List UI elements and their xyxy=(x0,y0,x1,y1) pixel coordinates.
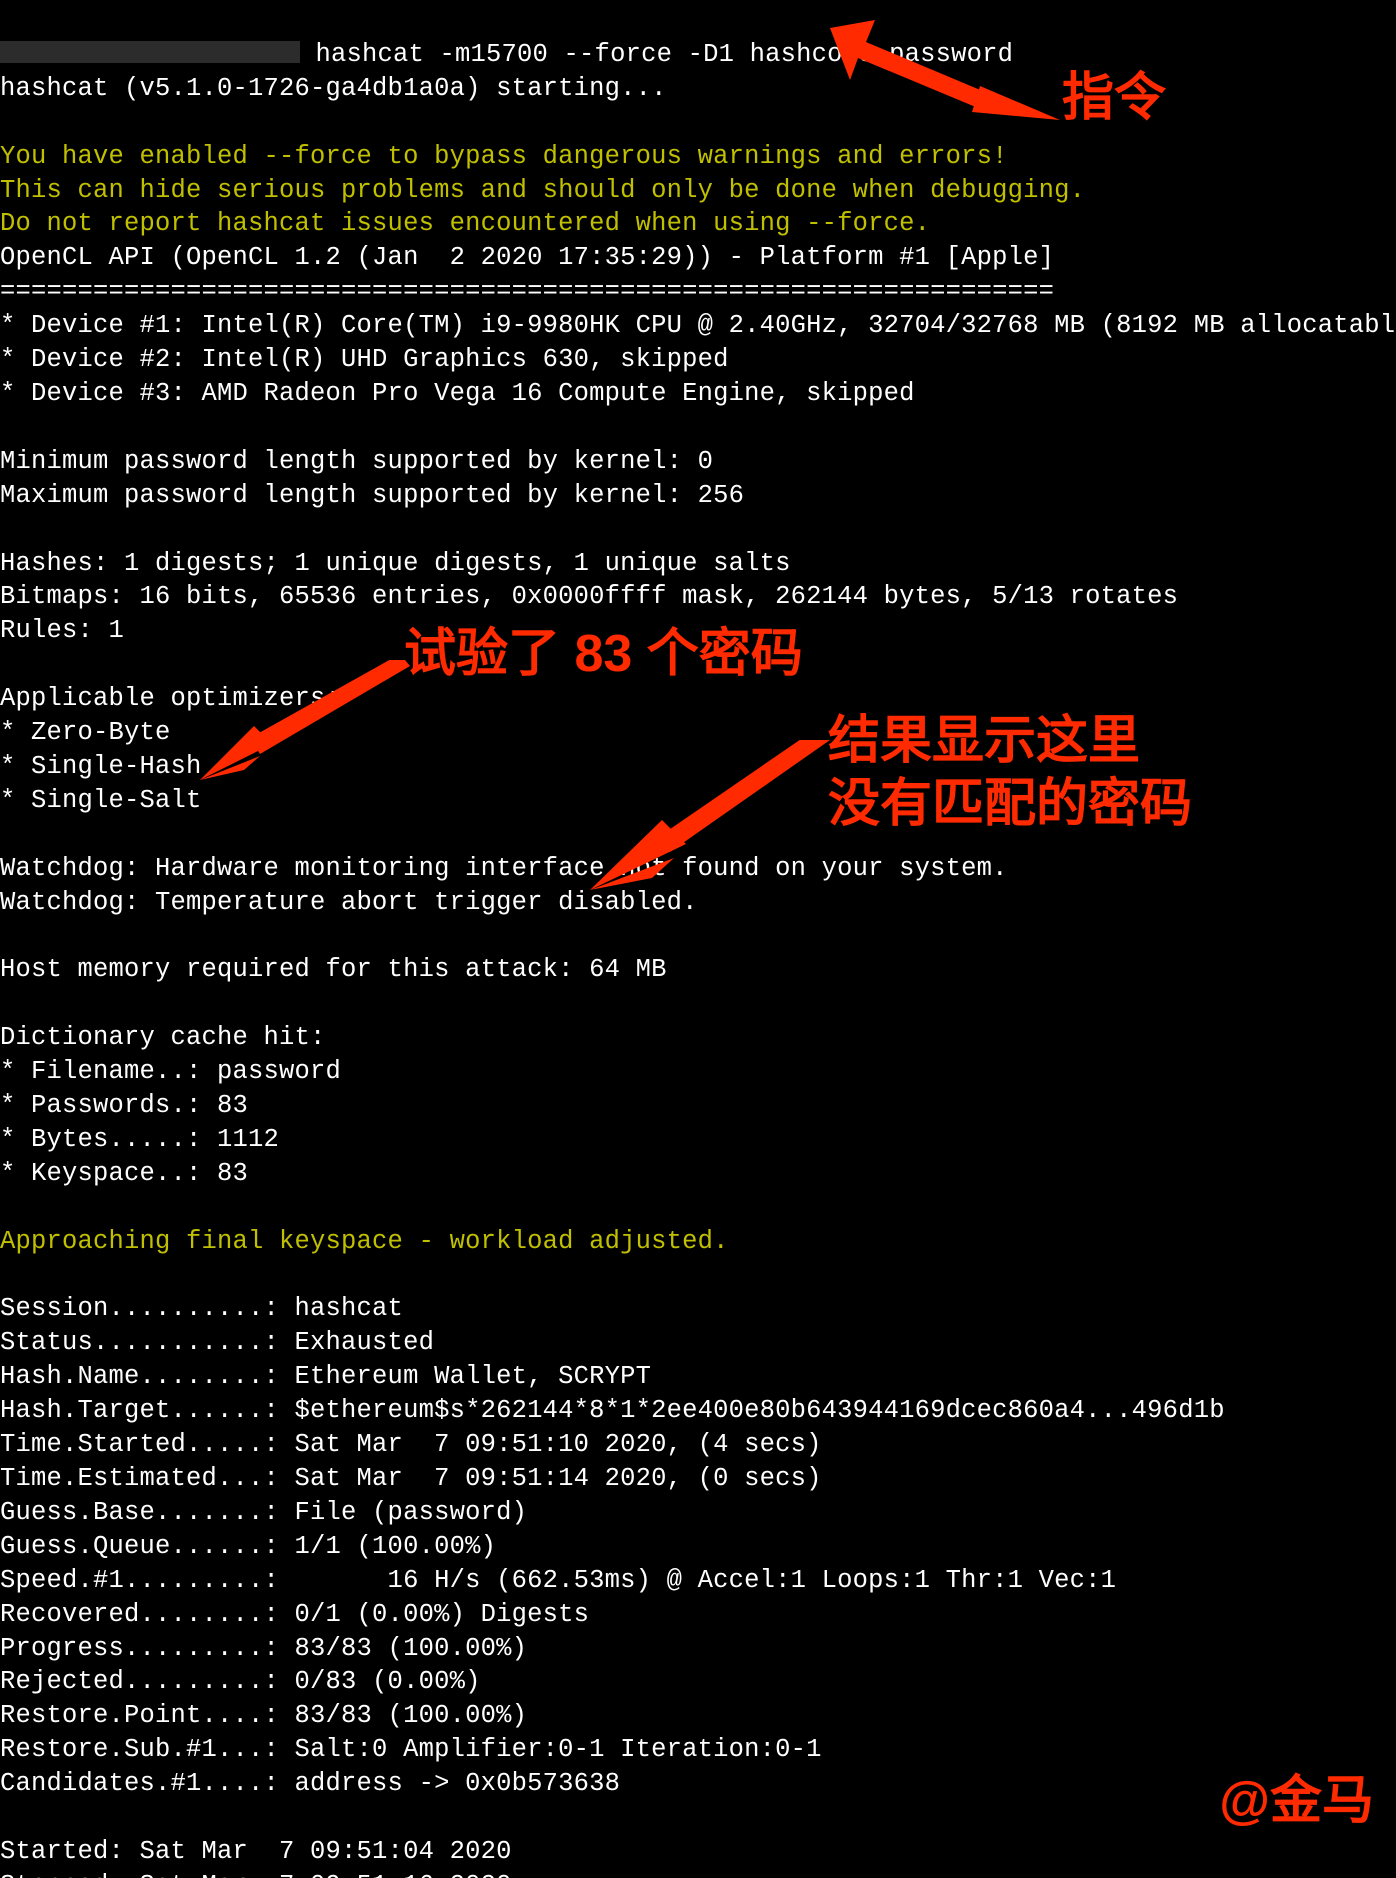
dict-filename: * Filename..: password xyxy=(0,1057,341,1086)
status-recovered: Recovered........: 0/1 (0.00%) Digests xyxy=(0,1600,589,1629)
starting-line: hashcat (v5.1.0-1726-ga4db1a0a) starting… xyxy=(0,74,667,103)
stopped-line: Stopped: Sat Mar 7 09:51:16 2020 xyxy=(0,1871,512,1878)
device-line: * Device #3: AMD Radeon Pro Vega 16 Comp… xyxy=(0,379,915,408)
status-rejected: Rejected.........: 0/83 (0.00%) xyxy=(0,1667,481,1696)
warn-line: This can hide serious problems and shoul… xyxy=(0,176,1085,205)
status-session: Session..........: hashcat xyxy=(0,1294,403,1323)
status-time-started: Time.Started.....: Sat Mar 7 09:51:10 20… xyxy=(0,1430,822,1459)
minlen-line: Minimum password length supported by ker… xyxy=(0,447,713,476)
device-line: * Device #1: Intel(R) Core(TM) i9-9980HK… xyxy=(0,311,1396,340)
started-line: Started: Sat Mar 7 09:51:04 2020 xyxy=(0,1837,512,1866)
device-line: * Device #2: Intel(R) UHD Graphics 630, … xyxy=(0,345,729,374)
status-guess-queue: Guess.Queue......: 1/1 (100.00%) xyxy=(0,1532,496,1561)
opencl-line: OpenCL API (OpenCL 1.2 (Jan 2 2020 17:35… xyxy=(0,243,1054,272)
hashes-line: Hashes: 1 digests; 1 unique digests, 1 u… xyxy=(0,549,791,578)
status-guess-base: Guess.Base.......: File (password) xyxy=(0,1498,527,1527)
command-line: hashcat -m15700 --force -D1 hashcode pas… xyxy=(316,40,1014,69)
status-progress: Progress.........: 83/83 (100.00%) xyxy=(0,1634,527,1663)
maxlen-line: Maximum password length supported by ker… xyxy=(0,481,744,510)
hostmem-line: Host memory required for this attack: 64… xyxy=(0,955,667,984)
watchdog-line: Watchdog: Temperature abort trigger disa… xyxy=(0,888,698,917)
terminal-output: hashcat -m15700 --force -D1 hashcode pas… xyxy=(0,0,1396,1878)
optimizers-header: Applicable optimizers: xyxy=(0,684,341,713)
bitmaps-line: Bitmaps: 16 bits, 65536 entries, 0x0000f… xyxy=(0,582,1178,611)
dict-passwords: * Passwords.: 83 xyxy=(0,1091,248,1120)
status-hashname: Hash.Name........: Ethereum Wallet, SCRY… xyxy=(0,1362,651,1391)
redacted-prompt xyxy=(0,41,300,63)
optimizer-item: * Zero-Byte xyxy=(0,718,171,747)
separator-line: ========================================… xyxy=(0,277,1054,306)
status-status: Status...........: Exhausted xyxy=(0,1328,434,1357)
warn-line: Do not report hashcat issues encountered… xyxy=(0,209,930,238)
status-hashtarget: Hash.Target......: $ethereum$s*262144*8*… xyxy=(0,1396,1225,1425)
watchdog-line: Watchdog: Hardware monitoring interface … xyxy=(0,854,1008,883)
status-time-estimated: Time.Estimated...: Sat Mar 7 09:51:14 20… xyxy=(0,1464,822,1493)
optimizer-item: * Single-Salt xyxy=(0,786,202,815)
status-restore-point: Restore.Point....: 83/83 (100.00%) xyxy=(0,1701,527,1730)
optimizer-item: * Single-Hash xyxy=(0,752,202,781)
dict-header: Dictionary cache hit: xyxy=(0,1023,326,1052)
rules-line: Rules: 1 xyxy=(0,616,124,645)
dict-keyspace: * Keyspace..: 83 xyxy=(0,1159,248,1188)
status-candidates: Candidates.#1....: address -> 0x0b573638 xyxy=(0,1769,620,1798)
approaching-line: Approaching final keyspace - workload ad… xyxy=(0,1227,729,1256)
status-restore-sub: Restore.Sub.#1...: Salt:0 Amplifier:0-1 … xyxy=(0,1735,822,1764)
warn-line: You have enabled --force to bypass dange… xyxy=(0,142,1008,171)
status-speed: Speed.#1.........: 16 H/s (662.53ms) @ A… xyxy=(0,1566,1116,1595)
dict-bytes: * Bytes.....: 1112 xyxy=(0,1125,279,1154)
